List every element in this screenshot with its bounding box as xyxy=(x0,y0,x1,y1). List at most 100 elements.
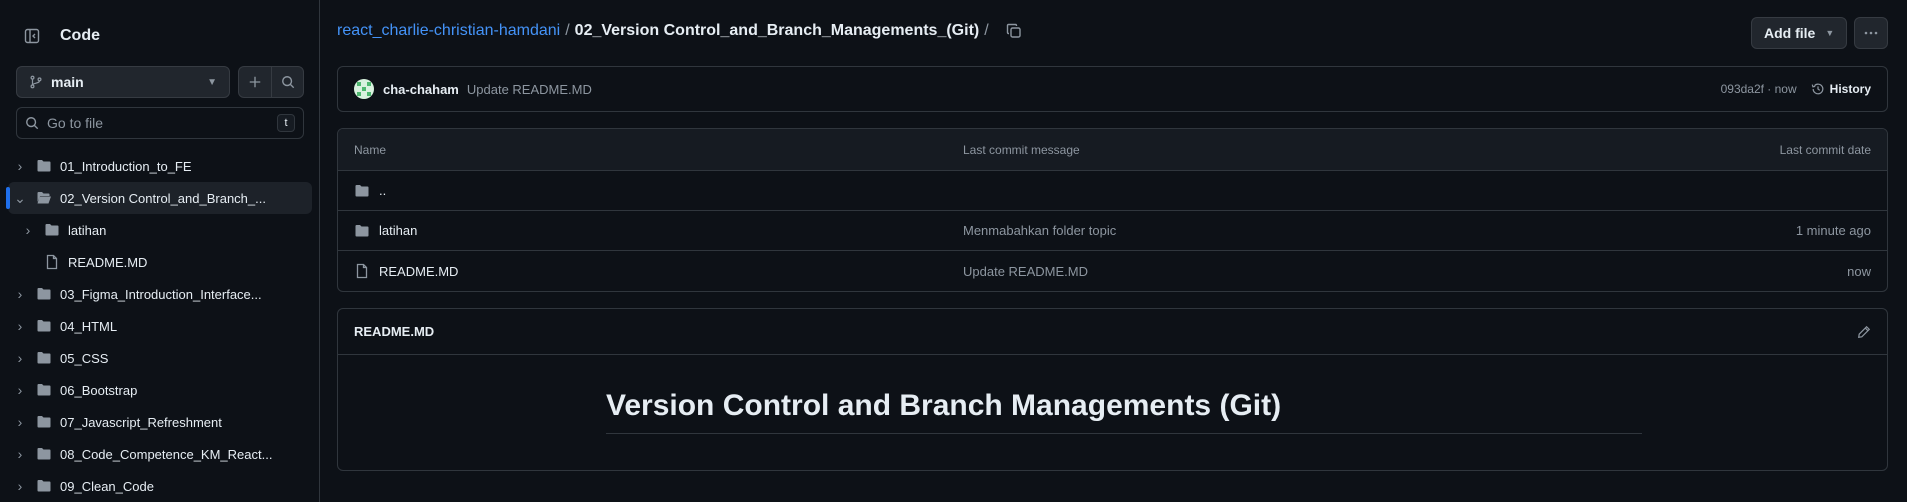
keyboard-shortcut-badge: t xyxy=(277,114,295,132)
sidebar-tree-item[interactable]: ⌄ 02_Version Control_and_Branch_... xyxy=(6,182,312,214)
go-to-file-input[interactable] xyxy=(47,115,269,131)
folder-icon xyxy=(36,414,52,430)
branch-row: main ▼ xyxy=(16,66,304,98)
sidebar-header: Code xyxy=(16,20,100,52)
chevron-right-icon[interactable]: › xyxy=(12,158,28,174)
chevron-down-icon: ▼ xyxy=(1825,28,1835,38)
search-icon xyxy=(26,117,39,130)
latest-commit-bar: cha-chaham Update README.MD 093da2f · no… xyxy=(337,66,1888,112)
chevron-right-icon[interactable]: › xyxy=(12,350,28,366)
commit-message-cell[interactable]: Update README.MD xyxy=(963,264,1571,279)
chevron-down-icon[interactable]: ⌄ xyxy=(12,190,28,207)
go-to-file-field[interactable]: t xyxy=(16,107,304,139)
chevron-right-icon[interactable]: › xyxy=(12,286,28,302)
folder-icon xyxy=(36,286,52,302)
file-list-header: Name Last commit message Last commit dat… xyxy=(338,129,1887,171)
avatar[interactable] xyxy=(354,79,374,99)
commit-meta-group: 093da2f · now History xyxy=(1721,82,1871,96)
sidebar-tree-item-label: 07_Javascript_Refreshment xyxy=(60,414,222,430)
more-options-button[interactable] xyxy=(1854,17,1888,49)
file-name-link[interactable]: .. xyxy=(379,183,386,198)
kebab-horizontal-icon xyxy=(1864,31,1878,35)
sidebar-tree-item[interactable]: › latihan xyxy=(8,214,312,246)
readme-title[interactable]: README.MD xyxy=(354,324,434,339)
chevron-right-icon[interactable]: › xyxy=(12,414,28,430)
table-row[interactable]: README.MD Update README.MD now xyxy=(338,251,1887,291)
sidebar-tree-item-label: 05_CSS xyxy=(60,350,109,366)
commit-message-cell[interactable]: Menmabahkan folder topic xyxy=(963,223,1571,238)
folder-icon xyxy=(36,158,52,174)
identicon-icon xyxy=(354,79,374,99)
history-icon xyxy=(1811,83,1824,95)
sidebar-tree-item[interactable]: › 09_Clean_Code xyxy=(8,470,312,502)
history-label: History xyxy=(1829,82,1871,96)
sidebar-tree-item[interactable]: › 01_Introduction_to_FE xyxy=(8,150,312,182)
copy-path-button[interactable] xyxy=(1006,23,1022,39)
breadcrumb-current-folder: 02_Version Control_and_Branch_Management… xyxy=(574,22,980,39)
column-header-date: Last commit date xyxy=(1779,142,1871,157)
sidebar-tree-item[interactable]: › 06_Bootstrap xyxy=(8,374,312,406)
readme-heading: Version Control and Branch Managements (… xyxy=(606,389,1642,434)
file-tree-sidebar: Code main ▼ t › 01_Introduction_to_FE ⌄ 02_… xyxy=(0,0,320,502)
table-row[interactable]: .. xyxy=(338,171,1887,211)
file-name-link[interactable]: README.MD xyxy=(379,264,458,279)
file-name-cell: README.MD xyxy=(354,263,963,279)
chevron-right-icon[interactable]: › xyxy=(20,222,36,238)
chevron-right-icon[interactable]: › xyxy=(12,318,28,334)
copy-icon xyxy=(1006,23,1021,38)
sidebar-collapse-icon xyxy=(24,28,40,44)
collapse-sidebar-button[interactable] xyxy=(16,20,48,52)
add-file-plus-button[interactable] xyxy=(239,67,271,97)
file-name-link[interactable]: latihan xyxy=(379,223,417,238)
folder-icon xyxy=(36,382,52,398)
sidebar-tree-item[interactable]: › 04_HTML xyxy=(8,310,312,342)
add-file-button[interactable]: Add file ▼ xyxy=(1751,17,1848,49)
commit-date-cell: now xyxy=(1847,263,1871,279)
file-name-cell: .. xyxy=(354,183,963,199)
folder-icon xyxy=(354,223,370,239)
add-file-label: Add file xyxy=(1764,25,1816,41)
history-button[interactable]: History xyxy=(1811,82,1871,96)
folder-icon xyxy=(36,350,52,366)
sidebar-tree-item-label: 03_Figma_Introduction_Interface... xyxy=(60,286,262,302)
commit-author[interactable]: cha-chaham xyxy=(383,82,459,97)
breadcrumb-separator: / xyxy=(565,22,570,39)
folder-open-icon xyxy=(36,190,52,206)
sidebar-tree-item-label: 02_Version Control_and_Branch_... xyxy=(60,190,266,206)
chevron-right-icon[interactable]: › xyxy=(12,382,28,398)
commit-hash-time[interactable]: 093da2f · now xyxy=(1721,82,1797,96)
file-tree: › 01_Introduction_to_FE ⌄ 02_Version Contro… xyxy=(0,150,320,502)
sidebar-tree-item[interactable]: README.MD xyxy=(8,246,312,278)
pencil-icon xyxy=(1858,325,1871,338)
branch-name: main xyxy=(51,74,84,90)
file-icon xyxy=(44,254,60,270)
folder-icon xyxy=(354,183,370,199)
readme-content: Version Control and Branch Managements (… xyxy=(606,389,1642,434)
plus-icon xyxy=(249,76,261,88)
sidebar-tree-item-label: 08_Code_Competence_KM_React... xyxy=(60,446,273,462)
chevron-right-icon[interactable]: › xyxy=(12,446,28,462)
sidebar-tree-item[interactable]: › 08_Code_Competence_KM_React... xyxy=(8,438,312,470)
commit-date-cell: 1 minute ago xyxy=(1795,223,1871,238)
branch-selector[interactable]: main ▼ xyxy=(16,66,230,98)
readme-header: README.MD xyxy=(338,309,1887,355)
readme-panel: README.MD Version Control and Branch Man… xyxy=(337,308,1888,471)
folder-icon xyxy=(44,222,60,238)
folder-icon xyxy=(36,318,52,334)
file-name-cell: latihan xyxy=(354,223,963,239)
table-row[interactable]: latihan Menmabahkan folder topic 1 minute … xyxy=(338,211,1887,251)
chevron-right-icon[interactable]: › xyxy=(12,478,28,494)
breadcrumb: react_charlie-christian-hamdani / 02_Ver… xyxy=(337,22,1022,40)
sidebar-tree-item[interactable]: › 03_Figma_Introduction_Interface... xyxy=(8,278,312,310)
edit-readme-button[interactable] xyxy=(1857,325,1871,339)
tree-actions xyxy=(238,66,304,98)
commit-message[interactable]: Update README.MD xyxy=(467,82,592,97)
chevron-down-icon: ▼ xyxy=(207,76,217,88)
column-header-name: Name xyxy=(354,142,387,157)
sidebar-tree-item-label: README.MD xyxy=(68,254,148,270)
sidebar-tree-item[interactable]: › 07_Javascript_Refreshment xyxy=(8,406,312,438)
breadcrumb-repo-link[interactable]: react_charlie-christian-hamdani xyxy=(337,22,560,40)
search-tree-button[interactable] xyxy=(271,67,303,97)
file-icon xyxy=(354,263,370,279)
sidebar-tree-item[interactable]: › 05_CSS xyxy=(8,342,312,374)
